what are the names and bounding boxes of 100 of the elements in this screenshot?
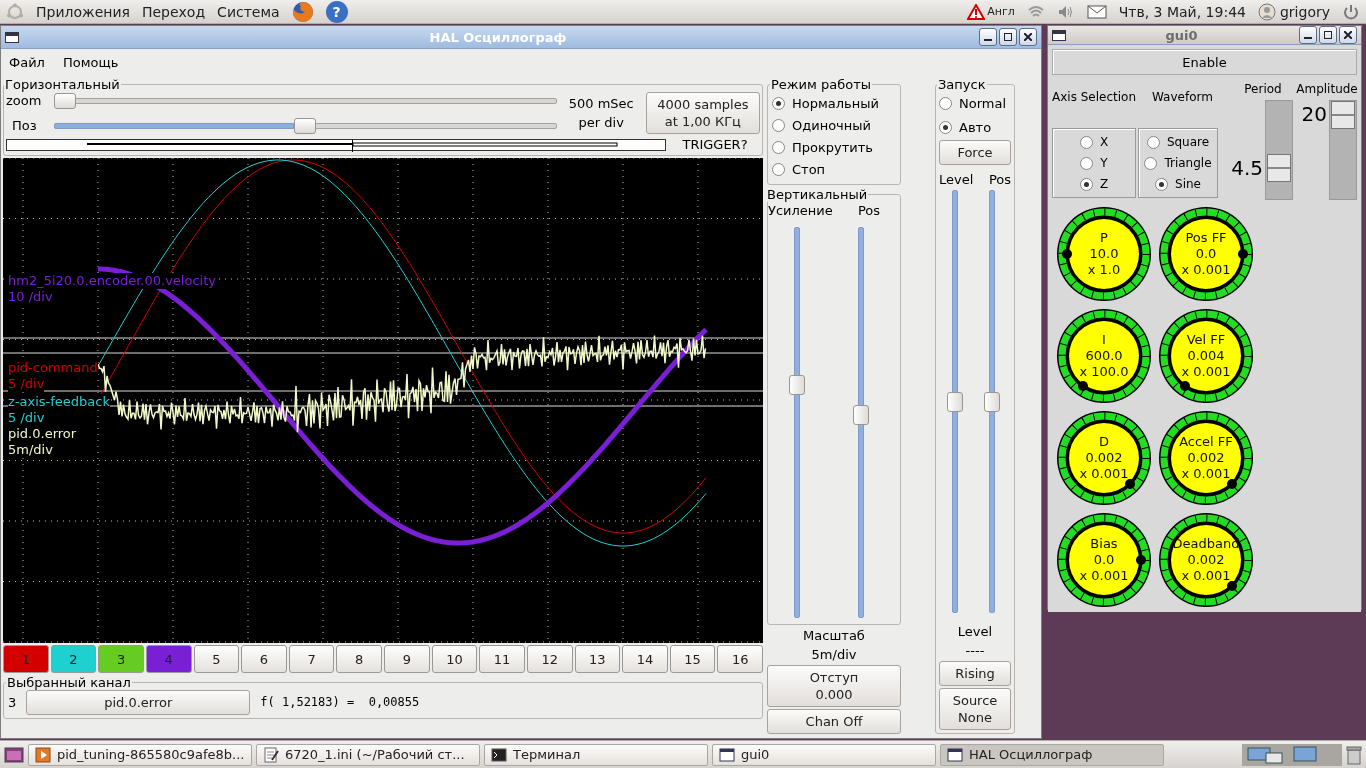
force-button[interactable]: Force <box>939 140 1011 165</box>
taskbar-item[interactable]: gui0 <box>712 743 936 766</box>
window-icon <box>947 747 963 762</box>
knob-dial[interactable]: Bias 0.0 x 0.001 <box>1056 512 1152 608</box>
ubuntu-logo-icon[interactable] <box>6 2 24 21</box>
radio-button[interactable] <box>1146 135 1160 149</box>
knob-dial[interactable]: P 10.0 x 1.0 <box>1056 206 1152 302</box>
slider-thumb[interactable] <box>853 405 869 426</box>
slider-label: Усиление <box>768 202 833 219</box>
level-value: ---- <box>964 642 986 659</box>
slider-thumb[interactable] <box>1331 101 1355 129</box>
channel-button[interactable]: 6 <box>241 645 287 673</box>
channel-button[interactable]: 3 <box>98 645 144 673</box>
keyboard-layout[interactable]: Англ <box>987 5 1015 18</box>
panel-menu[interactable]: Переход <box>141 3 206 20</box>
radio-button[interactable] <box>772 162 785 176</box>
mail-icon[interactable] <box>1086 4 1107 19</box>
channel-button[interactable]: 15 <box>669 645 716 673</box>
knob-dial[interactable]: Accel FF 0.002 x 0.001 <box>1158 410 1254 506</box>
knob-dial[interactable]: Pos FF 0.0 x 0.001 <box>1158 206 1254 302</box>
taskbar-item[interactable]: pid_tuning-865580c9afe8b... <box>28 743 252 766</box>
show-desktop-icon[interactable] <box>4 745 24 764</box>
panel-menu[interactable]: Приложения <box>36 3 130 20</box>
sample-rate-button[interactable]: 4000 samples at 1,00 КГц <box>645 92 760 134</box>
channel-button[interactable]: 2 <box>50 645 97 673</box>
trace-name: pid.0.error <box>8 426 77 442</box>
minimize-button[interactable] <box>1299 26 1317 44</box>
slider-label: Pos <box>988 171 1011 188</box>
channel-button[interactable]: 11 <box>479 645 525 673</box>
maximize-button[interactable] <box>999 28 1017 46</box>
vertical-slider[interactable] <box>946 190 963 613</box>
offset-button[interactable]: Отступ 0.000 <box>767 665 901 707</box>
workspace-switcher-icon[interactable] <box>1242 743 1342 766</box>
slider-thumb[interactable] <box>294 117 317 134</box>
radio-button[interactable] <box>772 140 785 154</box>
trash-icon[interactable] <box>1346 744 1362 765</box>
radio-button[interactable] <box>1144 156 1158 170</box>
radio-button[interactable] <box>1080 156 1094 170</box>
radio-button[interactable] <box>1155 177 1168 191</box>
slider-thumb[interactable] <box>789 375 805 396</box>
channel-button[interactable]: 12 <box>526 645 573 673</box>
clock[interactable]: Чтв, 3 Май, 19:44 <box>1118 3 1246 20</box>
taskbar-item[interactable]: HAL Осциллограф <box>940 743 1164 766</box>
knob-dial[interactable]: Vel FF 0.004 x 0.001 <box>1158 308 1254 404</box>
vertical-slider[interactable] <box>853 227 869 618</box>
user-name[interactable]: grigory <box>1279 3 1330 20</box>
panel-menu[interactable]: Система <box>217 3 280 20</box>
knob-dial[interactable]: Deadband 0.002 x 0.001 <box>1158 512 1254 608</box>
channel-button[interactable]: 14 <box>622 645 668 673</box>
close-button[interactable] <box>1019 28 1037 46</box>
channel-button[interactable]: 5 <box>193 645 240 673</box>
radio-button[interactable] <box>1079 135 1093 149</box>
channel-button[interactable]: 8 <box>336 645 382 673</box>
slider-thumb[interactable] <box>54 92 76 109</box>
minimize-button[interactable] <box>979 28 997 46</box>
slider-thumb[interactable] <box>983 391 1000 412</box>
enable-button[interactable]: Enable <box>1052 49 1357 75</box>
slider-label: zoom <box>6 92 43 109</box>
close-button[interactable] <box>1339 26 1357 44</box>
firefox-icon[interactable] <box>291 0 314 23</box>
channel-button[interactable]: 16 <box>717 645 763 673</box>
radio-button[interactable] <box>1079 177 1093 191</box>
radio-button[interactable] <box>939 96 952 110</box>
user-icon[interactable] <box>1257 2 1276 21</box>
window-menu-icon[interactable] <box>5 31 19 43</box>
radio-button[interactable] <box>772 96 785 110</box>
radio-button[interactable] <box>939 120 952 134</box>
scale-value: 5m/div <box>810 646 858 663</box>
vertical-slider[interactable] <box>983 190 1000 613</box>
slider-label: Level <box>939 171 974 188</box>
maximize-icon <box>1324 31 1332 39</box>
time-scale-text: 500 mSec <box>567 95 635 112</box>
radio-button[interactable] <box>772 118 785 132</box>
channel-button[interactable]: 7 <box>288 645 335 673</box>
knob-dial[interactable]: D 0.002 x 0.001 <box>1056 410 1152 506</box>
power-icon[interactable] <box>1342 2 1360 21</box>
chan-off-button[interactable]: Chan Off <box>767 709 901 734</box>
knob-dial[interactable]: I 600.0 x 100.0 <box>1056 308 1152 404</box>
channel-name-button[interactable]: pid.0.error <box>26 690 251 715</box>
source-button[interactable]: Source None <box>939 688 1011 730</box>
menu-item[interactable]: Файл <box>9 54 45 70</box>
window-menu-icon[interactable] <box>1052 29 1066 41</box>
vertical-slider[interactable] <box>789 227 805 618</box>
vertical-slider[interactable] <box>1329 100 1357 200</box>
slider-thumb[interactable] <box>946 391 963 412</box>
vertical-slider[interactable] <box>1265 100 1293 200</box>
radio-label: Стоп <box>792 160 826 178</box>
channel-button[interactable]: 13 <box>574 645 621 673</box>
horizontal-slider[interactable] <box>54 117 557 134</box>
edge-button[interactable]: Rising <box>939 661 1011 686</box>
maximize-button[interactable] <box>1319 26 1337 44</box>
channel-button[interactable]: 10 <box>431 645 478 673</box>
taskbar-item[interactable]: 6720_1.ini (~/Рабочий ст... <box>256 743 480 766</box>
horizontal-slider[interactable] <box>54 92 557 109</box>
slider-thumb[interactable] <box>1267 153 1291 182</box>
taskbar-item[interactable]: Терминал <box>484 743 708 766</box>
channel-button[interactable]: 9 <box>384 645 430 673</box>
warning-icon[interactable] <box>967 3 986 20</box>
menu-item[interactable]: Помощь <box>62 54 119 70</box>
help-icon[interactable]: ? <box>325 0 348 23</box>
